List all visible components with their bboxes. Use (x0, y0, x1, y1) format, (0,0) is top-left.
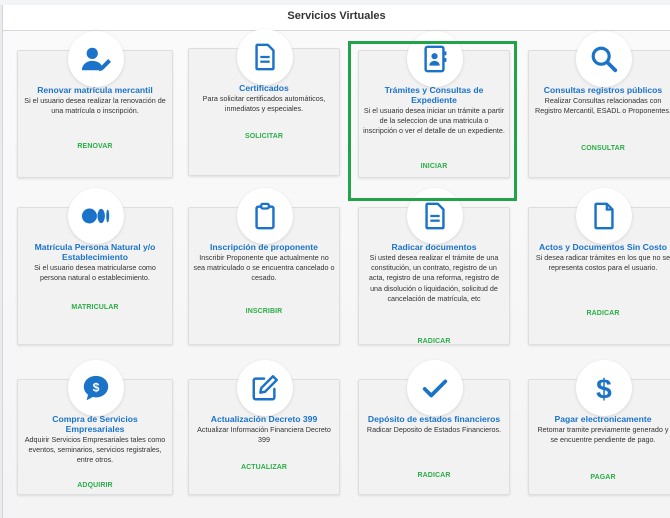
svg-text:$: $ (596, 373, 612, 403)
card-description: Radicar Deposito de Estados Financieros. (366, 425, 502, 434)
svg-text:$: $ (93, 380, 100, 394)
card-action-link[interactable]: RADICAR (359, 338, 509, 345)
service-card-matricula-persona-natural-y-o-establecimiento[interactable]: Matrícula Persona Natural y/o Establecim… (17, 188, 173, 345)
card-action-link[interactable]: CONSULTAR (529, 145, 670, 152)
dollar-chat-icon: $ (68, 360, 124, 416)
address-book-icon (407, 31, 463, 87)
card-action-link[interactable]: RADICAR (529, 310, 670, 317)
card-action-link[interactable]: MATRICULAR (18, 304, 172, 311)
card-description: Adquirir Servicios Empresariales tales c… (24, 435, 166, 465)
checkmark-icon (407, 360, 463, 416)
dollar-icon: $ (576, 360, 632, 416)
card-description: Si el usuario desea realizar la renovaci… (24, 96, 166, 116)
card-action-link[interactable]: ACTUALIZAR (189, 464, 339, 471)
service-card-renovar-matricula-mercantil[interactable]: Renovar matrícula mercantil Si el usuario… (17, 31, 173, 178)
edit-icon (237, 360, 293, 416)
service-card-consultas-registros-publicos[interactable]: Consultas registros públicos Realizar Con… (528, 31, 670, 178)
card-action-link[interactable]: PAGAR (529, 474, 670, 481)
panel-header: Servicios Virtuales (3, 5, 670, 31)
card-description: Realizar Consultas relacionadas con Regi… (535, 96, 670, 116)
services-grid: Renovar matrícula mercantil Si el usuario… (3, 29, 670, 518)
clipboard-icon (237, 188, 293, 244)
card-description: Retomar tramite previamente generado y s… (537, 425, 669, 445)
card-action-link[interactable]: ADQUIRIR (18, 482, 172, 489)
virtual-services-panel: Servicios Virtuales Renovar matrícula me… (2, 5, 670, 518)
service-card-radicar-documentos[interactable]: Radicar documentos Si usted desea realiza… (358, 188, 510, 345)
card-description: Si el usuario desea matricularse como pe… (34, 263, 156, 283)
card-description: Para solicitar certificados automáticos,… (202, 94, 326, 114)
medium-logo-icon (68, 188, 124, 244)
service-card-deposito-de-estados-financieros[interactable]: Depósito de estados financieros Radicar D… (358, 360, 510, 495)
service-card-actualizacion-decreto-399[interactable]: Actualización Decreto 399 Actualizar Info… (188, 360, 340, 495)
service-card-compra-de-servicios-empresariales[interactable]: $ Compra de Servicios Empresariales Adquir… (17, 360, 173, 495)
card-title[interactable]: Matrícula Persona Natural y/o Establecim… (22, 242, 168, 262)
service-card-certificados[interactable]: Certificados Para solicitar certificados … (188, 29, 340, 176)
user-edit-icon (68, 31, 124, 87)
card-action-link[interactable]: INICIAR (359, 163, 509, 170)
service-card-inscripcion-de-proponente[interactable]: Inscripción de proponente Inscribir Propo… (188, 188, 340, 345)
card-description: Actualizar Información Financiera Decret… (197, 425, 331, 445)
service-card-pagar-electronicamente[interactable]: $ Pagar electronicamente Retomar tramite p… (528, 360, 670, 495)
card-title[interactable]: Trámites y Consultas de Expediente (363, 85, 505, 105)
card-description: Si usted desea realizar el trámite de un… (368, 253, 500, 303)
service-card-actos-y-documentos-sin-costo[interactable]: Actos y Documentos Sin Costo Si desea rad… (528, 188, 670, 345)
card-action-link[interactable]: SOLICITAR (189, 133, 339, 140)
blank-file-icon (576, 188, 632, 244)
document-icon (407, 188, 463, 244)
card-action-link[interactable]: INSCRIBIR (189, 308, 339, 315)
card-action-link[interactable]: RENOVAR (18, 143, 172, 150)
card-description: Si desea radicar trámites en los que no … (535, 253, 670, 273)
service-card-tramites-y-consultas-de-expediente[interactable]: Trámites y Consultas de Expediente Si el … (358, 31, 510, 178)
search-icon (576, 31, 632, 87)
card-description: Inscribir Proponente que actualmente no … (193, 253, 335, 283)
card-action-link[interactable]: RADICAR (359, 472, 509, 479)
document-icon (237, 29, 293, 85)
card-title[interactable]: Compra de Servicios Empresariales (22, 414, 168, 434)
card-description: Si el usuario desea iniciar un trámite a… (363, 106, 505, 136)
panel-title: Servicios Virtuales (287, 10, 386, 22)
